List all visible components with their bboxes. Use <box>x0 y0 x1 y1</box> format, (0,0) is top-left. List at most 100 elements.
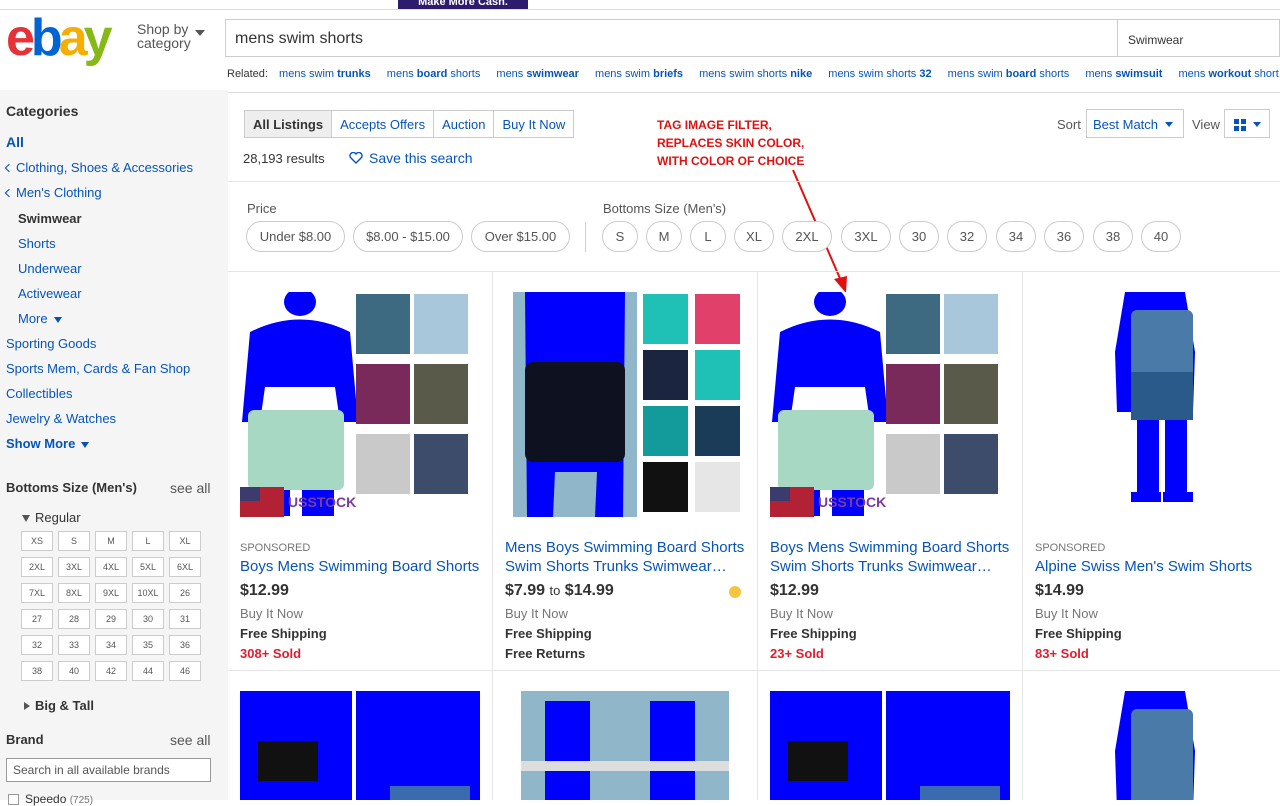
category-select[interactable]: Swimwear <box>1117 19 1280 57</box>
size-option[interactable]: 34 <box>95 635 127 655</box>
size-option[interactable]: 29 <box>95 609 127 629</box>
listing-card[interactable]: USSTOCK SPONSORED Boys Mens Swimming Boa… <box>228 272 493 670</box>
tab-buy-it-now[interactable]: Buy It Now <box>493 111 573 137</box>
size-option[interactable]: 26 <box>169 583 201 603</box>
size-option[interactable]: 6XL <box>169 557 201 577</box>
listing-image[interactable] <box>1035 691 1275 800</box>
view-dropdown[interactable] <box>1224 109 1270 138</box>
brand-see-all-link[interactable]: see all <box>170 732 210 748</box>
size-option[interactable]: L <box>132 531 164 551</box>
category-all-link[interactable]: All <box>6 134 24 150</box>
big-tall-toggle[interactable]: Big & Tall <box>24 698 94 713</box>
category-clothing-link[interactable]: Clothing, Shoes & Accessories <box>4 160 193 175</box>
size-option[interactable]: 9XL <box>95 583 127 603</box>
size-option[interactable]: 36 <box>169 635 201 655</box>
size-pill[interactable]: 36 <box>1044 221 1084 252</box>
size-option[interactable]: 31 <box>169 609 201 629</box>
size-option[interactable]: 10XL <box>132 583 164 603</box>
category-underwear-link[interactable]: Underwear <box>18 261 82 276</box>
size-option[interactable]: 33 <box>58 635 90 655</box>
search-input[interactable]: mens swim shorts <box>225 19 1118 57</box>
sort-dropdown[interactable]: Best Match <box>1086 109 1184 138</box>
size-pill[interactable]: 2XL <box>782 221 832 252</box>
price-over-15-pill[interactable]: Over $15.00 <box>471 221 570 252</box>
category-sporting-goods-link[interactable]: Sporting Goods <box>6 336 96 351</box>
listing-title-link[interactable]: Alpine Swiss Men's Swim Shorts <box>1035 557 1280 576</box>
size-option[interactable]: 44 <box>132 661 164 681</box>
listing-image[interactable] <box>505 691 745 800</box>
listing-card[interactable]: Mens Boys Swimming Board Shorts Swim Shor… <box>493 272 758 670</box>
listing-image[interactable] <box>770 691 1010 800</box>
listing-card[interactable]: SPONSORED Alpine Swiss Men's Swim Shorts… <box>1023 272 1280 670</box>
size-option[interactable]: XS <box>21 531 53 551</box>
size-option[interactable]: 30 <box>132 609 164 629</box>
size-option[interactable]: 2XL <box>21 557 53 577</box>
listing-image[interactable] <box>505 292 745 517</box>
size-pill[interactable]: XL <box>734 221 774 252</box>
size-pill[interactable]: 32 <box>947 221 987 252</box>
listing-image[interactable]: USSTOCK <box>240 292 480 517</box>
size-pill[interactable]: S <box>602 221 638 252</box>
size-pill[interactable]: 34 <box>996 221 1036 252</box>
size-option[interactable]: 40 <box>58 661 90 681</box>
listing-card[interactable] <box>1023 671 1280 800</box>
related-link[interactable]: mens swim shorts 32 <box>828 68 931 80</box>
size-pill[interactable]: 38 <box>1093 221 1133 252</box>
size-pill[interactable]: 30 <box>899 221 939 252</box>
size-pill[interactable]: L <box>690 221 726 252</box>
size-option[interactable]: 32 <box>21 635 53 655</box>
listing-card[interactable] <box>493 671 758 800</box>
category-shorts-link[interactable]: Shorts <box>18 236 56 251</box>
listing-image[interactable] <box>240 691 480 800</box>
category-sports-mem-link[interactable]: Sports Mem, Cards & Fan Shop <box>6 361 190 376</box>
related-link[interactable]: mens swim briefs <box>595 68 683 80</box>
related-link[interactable]: mens swim trunks <box>279 68 371 80</box>
size-pill[interactable]: M <box>646 221 682 252</box>
size-option[interactable]: 27 <box>21 609 53 629</box>
size-pill[interactable]: 40 <box>1141 221 1181 252</box>
related-link[interactable]: mens swimsuit <box>1085 68 1162 80</box>
listing-title-link[interactable]: Boys Mens Swimming Board Shorts Swim Shor… <box>770 538 1015 576</box>
listing-card[interactable] <box>228 671 493 800</box>
listing-image[interactable]: USSTOCK <box>770 292 1010 517</box>
category-activewear-link[interactable]: Activewear <box>18 286 82 301</box>
size-option[interactable]: 46 <box>169 661 201 681</box>
listing-title-link[interactable]: Boys Mens Swimming Board Shorts <box>240 557 485 576</box>
size-option[interactable]: 5XL <box>132 557 164 577</box>
size-option[interactable]: 7XL <box>21 583 53 603</box>
size-option[interactable]: M <box>95 531 127 551</box>
regular-toggle[interactable]: Regular <box>22 510 81 525</box>
listing-card[interactable]: USSTOCK Boys Mens Swimming Board Shorts S… <box>758 272 1023 670</box>
category-more-link[interactable]: More <box>18 311 62 326</box>
size-option[interactable]: 38 <box>21 661 53 681</box>
show-more-link[interactable]: Show More <box>6 436 90 451</box>
tab-auction[interactable]: Auction <box>433 111 493 137</box>
size-option[interactable]: 3XL <box>58 557 90 577</box>
related-link[interactable]: mens swimwear <box>496 68 579 80</box>
size-option[interactable]: 8XL <box>58 583 90 603</box>
listing-image[interactable] <box>1035 292 1275 517</box>
price-8-15-pill[interactable]: $8.00 - $15.00 <box>353 221 463 252</box>
category-jewelry-link[interactable]: Jewelry & Watches <box>6 411 116 426</box>
size-option[interactable]: 42 <box>95 661 127 681</box>
related-link[interactable]: mens workout short… <box>1178 68 1280 80</box>
brand-search-input[interactable]: Search in all available brands <box>6 758 211 782</box>
related-link[interactable]: mens swim shorts nike <box>699 68 812 80</box>
tab-all-listings[interactable]: All Listings <box>245 111 332 137</box>
listing-card[interactable] <box>758 671 1023 800</box>
category-collectibles-link[interactable]: Collectibles <box>6 386 72 401</box>
size-option[interactable]: 28 <box>58 609 90 629</box>
category-mens-clothing-link[interactable]: Men's Clothing <box>4 185 102 200</box>
size-option[interactable]: 35 <box>132 635 164 655</box>
related-link[interactable]: mens board shorts <box>387 68 481 80</box>
size-option[interactable]: 4XL <box>95 557 127 577</box>
bottoms-see-all-link[interactable]: see all <box>170 480 210 496</box>
size-option[interactable]: XL <box>169 531 201 551</box>
shop-by-category-button[interactable]: Shop by category <box>137 22 205 50</box>
size-pill[interactable]: 3XL <box>841 221 891 252</box>
top-ad-banner[interactable]: Make More Cash. <box>398 0 528 9</box>
brand-speedo-checkbox[interactable]: Speedo (725) <box>8 792 93 806</box>
price-under-8-pill[interactable]: Under $8.00 <box>246 221 345 252</box>
size-option[interactable]: S <box>58 531 90 551</box>
ebay-logo[interactable]: ebay <box>6 10 113 66</box>
